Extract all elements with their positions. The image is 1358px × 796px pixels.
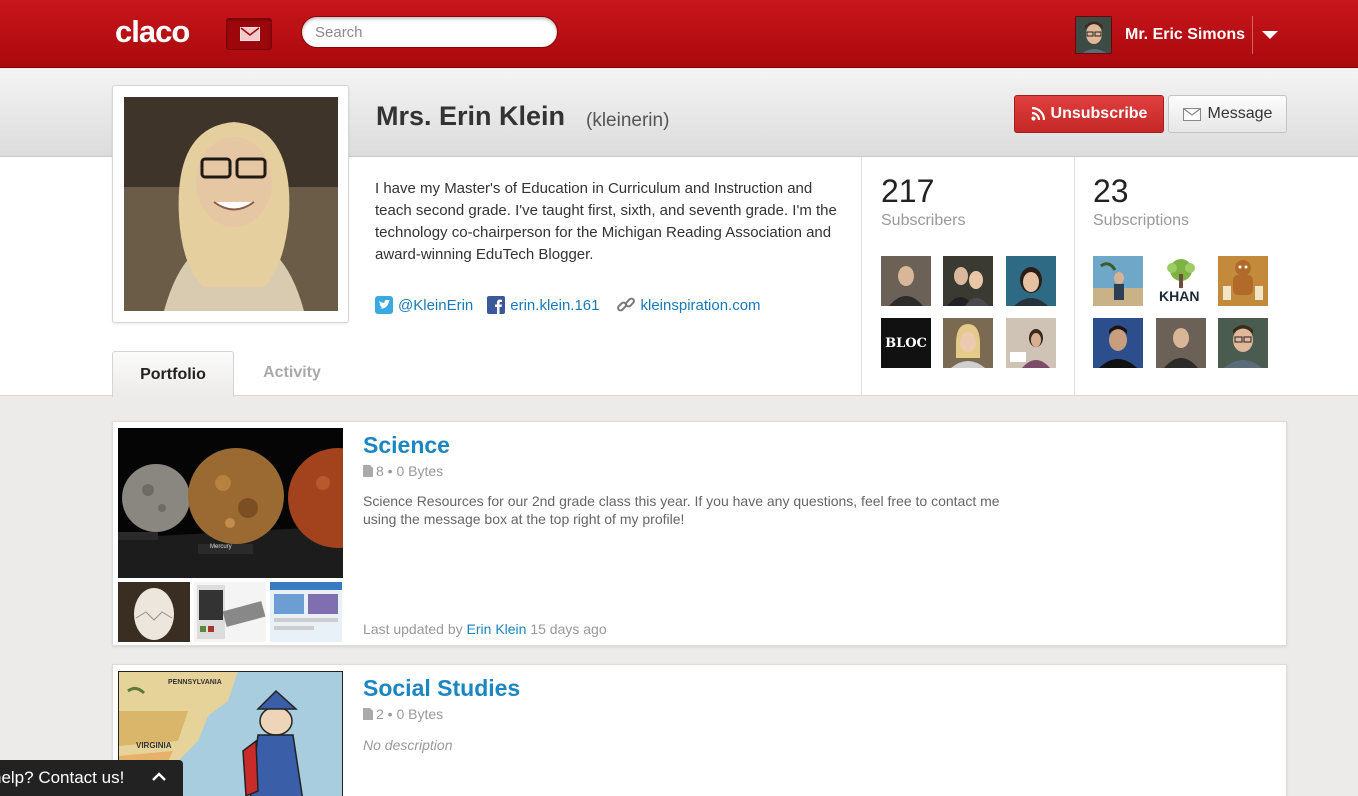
subscriptions-label[interactable]: Subscriptions [1093,212,1189,230]
subscriber-thumb-text: BLOC [885,335,927,351]
portfolio-thumbnail[interactable] [270,582,342,642]
chevron-down-icon[interactable] [1262,31,1278,39]
claco-logo[interactable]: claco [115,14,190,50]
user-name-link[interactable]: Mr. Eric Simons [1125,26,1245,44]
stats-divider [1074,157,1075,396]
portfolio-title-link[interactable]: Social Studies [363,675,520,702]
rss-icon [1031,107,1045,121]
portfolio-card[interactable]: VIRGINIA PENNSYLVANIA Social Studies 2 •… [112,664,1287,796]
subscriber-avatar[interactable] [943,318,993,368]
subscriber-avatar[interactable] [881,256,931,306]
twitter-handle: @KleinErin [398,296,474,314]
search-input[interactable] [301,16,558,48]
file-icon [363,465,373,477]
unsubscribe-label: Unsubscribe [1050,105,1148,122]
subscriber-avatar[interactable]: BLOC [881,318,931,368]
portfolio-title-link[interactable]: Science [363,432,450,459]
portfolio-thumbnail[interactable] [194,582,266,642]
subscribers-label[interactable]: Subscribers [881,212,965,230]
subscription-avatar[interactable] [1218,256,1268,306]
twitter-link[interactable]: @KleinErin [375,295,473,315]
portfolio-description: Science Resources for our 2nd grade clas… [363,493,1000,527]
facebook-link[interactable]: erin.klein.161 [487,295,600,315]
message-label: Message [1207,105,1273,122]
file-icon [363,708,373,720]
message-button[interactable]: Message [1168,95,1287,133]
planet-label: Mercury [210,544,232,550]
khan-logo-text: KHAN [1159,288,1200,304]
tab-activity[interactable]: Activity [237,351,347,395]
subscription-avatar[interactable] [1156,318,1206,368]
subscriber-avatar[interactable] [1006,318,1056,368]
subscribers-count[interactable]: 217 [881,173,934,210]
portfolio-cover-image[interactable]: Mercury [118,428,343,578]
profile-bio: I have my Master's of Education in Curri… [375,180,837,263]
updated-prefix: Last updated by [363,621,463,637]
portfolio-description: No description [363,737,453,753]
updated-author-link[interactable]: Erin Klein [467,621,527,637]
subscription-avatar[interactable] [1093,318,1143,368]
envelope-icon [1182,107,1201,121]
portfolio-meta-text: 8 • 0 Bytes [376,463,444,479]
unsubscribe-button[interactable]: Unsubscribe [1014,95,1164,133]
portfolio-thumbnail[interactable] [118,582,190,642]
website-url: kleinspiration.com [640,296,761,314]
portfolio-meta-text: 2 • 0 Bytes [376,706,444,722]
tab-portfolio[interactable]: Portfolio [112,351,234,397]
subscriber-avatar[interactable] [943,256,993,306]
portfolio-meta: 8 • 0 Bytes [363,463,443,479]
twitter-icon [375,296,393,314]
updated-time: 15 days ago [530,621,607,637]
profile-username: (kleinerin) [586,110,670,131]
facebook-icon [487,296,506,314]
profile-photo [124,97,338,311]
top-navigation-bar: claco Mr. Eric Simons [0,0,1358,68]
portfolio-card[interactable]: Mercury Science 8 • 0 Bytes Science Reso… [112,421,1287,646]
chevron-up-icon [152,772,166,781]
portfolio-meta: 2 • 0 Bytes [363,706,443,722]
subscription-avatar[interactable] [1218,318,1268,368]
stats-divider [861,157,862,396]
profile-links: @KleinErin erin.klein.161 kleinspiration… [375,295,761,315]
subscription-avatar[interactable] [1093,256,1143,306]
subscription-avatar[interactable]: KHAN [1156,256,1206,306]
subscriptions-count[interactable]: 23 [1093,173,1129,210]
map-label: PENNSYLVANIA [168,679,222,686]
facebook-handle: erin.klein.161 [510,296,600,314]
user-menu-divider [1252,16,1253,54]
subscriber-avatar[interactable] [1006,256,1056,306]
profile-photo-frame [112,85,349,323]
website-link[interactable]: kleinspiration.com [616,295,761,315]
user-avatar[interactable] [1075,16,1112,54]
help-label: help? Contact us! [0,768,125,787]
chain-link-icon [616,297,635,312]
portfolio-updated: Last updated by Erin Klein 15 days ago [363,621,607,637]
help-contact-tab[interactable]: help? Contact us! [0,760,183,796]
map-label: VIRGINIA [136,741,172,750]
envelope-icon [240,27,260,41]
profile-name: Mrs. Erin Klein [376,101,566,131]
inbox-button[interactable] [226,18,272,50]
